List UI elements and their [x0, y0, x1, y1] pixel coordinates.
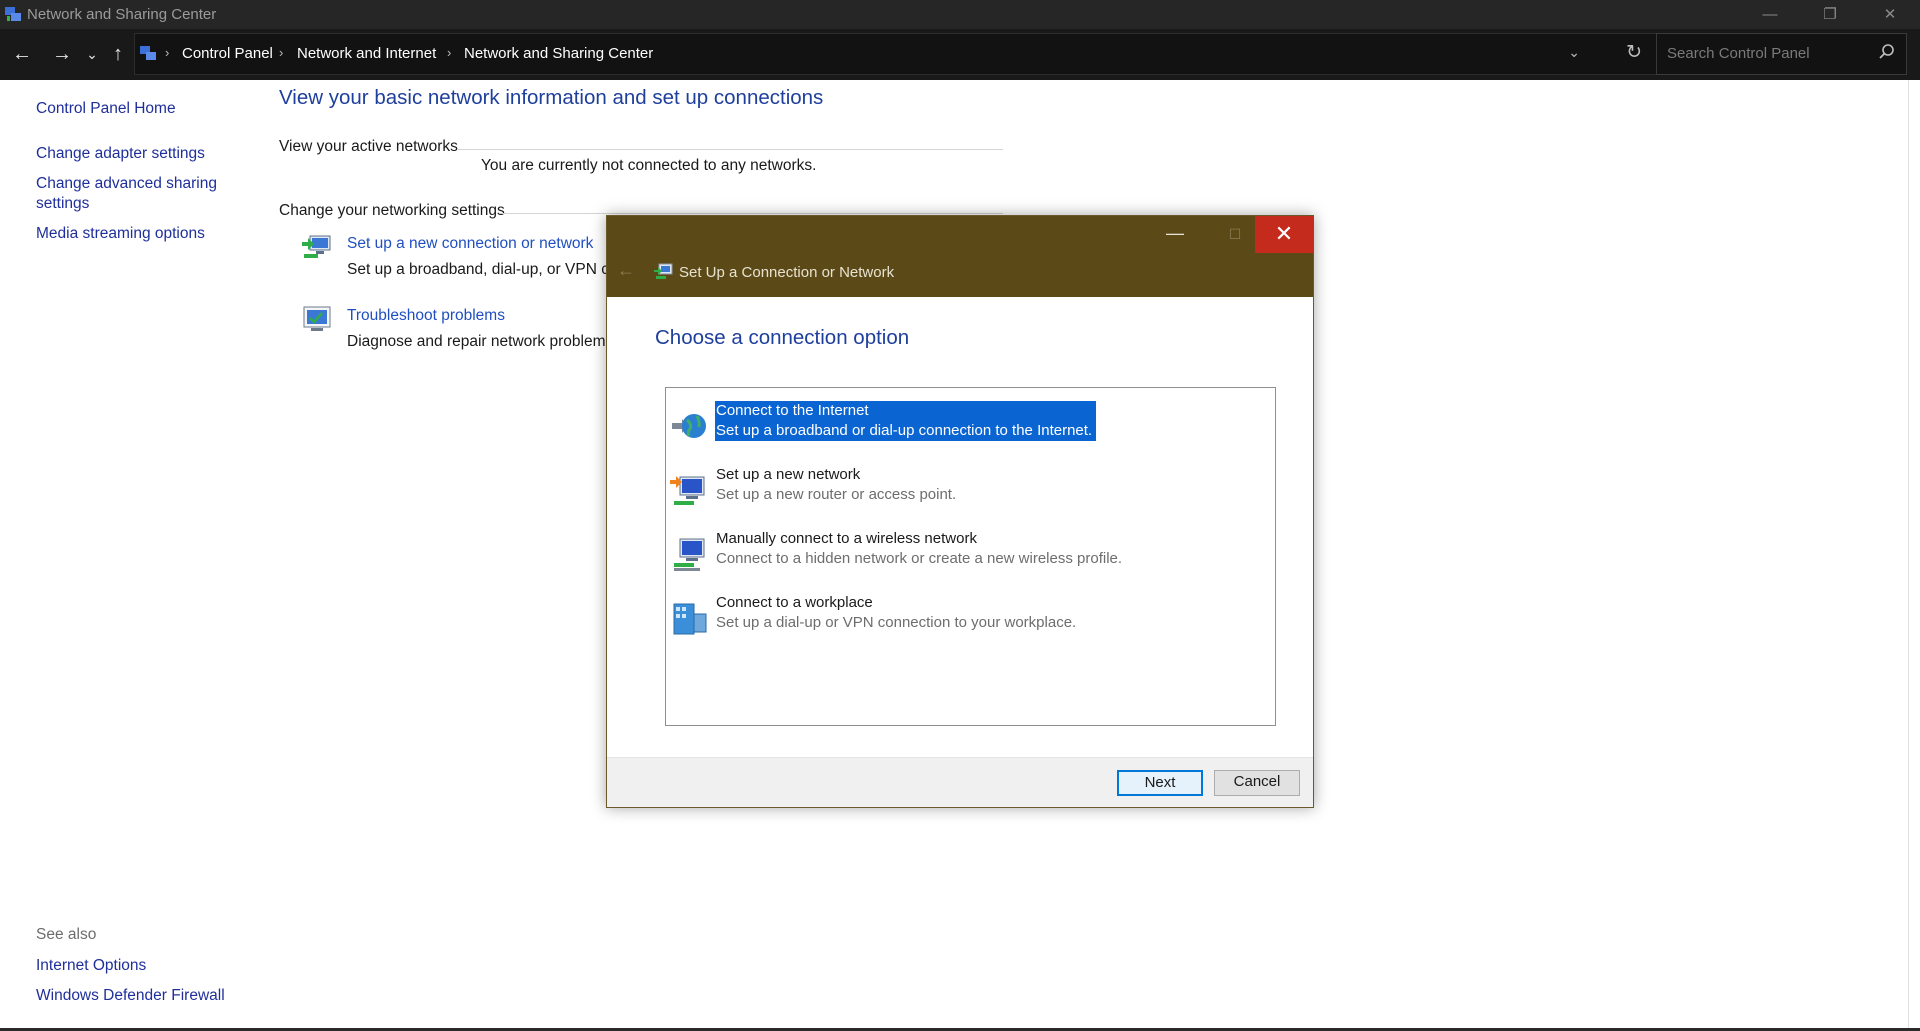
change-advanced-sharing-link-settings[interactable]: settings [36, 194, 89, 214]
troubleshoot-problems-desc: Diagnose and repair network problems [347, 333, 614, 350]
dialog-title: Set Up a Connection or Network [679, 264, 895, 281]
option-desc: Connect to a hidden network or create a … [716, 550, 1123, 567]
setup-new-connection-link[interactable]: Set up a new connection or network [347, 235, 593, 253]
internet-options-link[interactable]: Internet Options [36, 956, 146, 976]
connection-wizard-icon [654, 263, 673, 279]
navigation-bar: ← → ⌄ ↑ › Control Panel › Network and In… [0, 29, 1920, 80]
page-title: View your basic network information and … [279, 86, 824, 109]
dialog-minimize-button[interactable]: — [1150, 216, 1200, 252]
wireless-icon [674, 538, 705, 571]
forward-arrow-icon[interactable]: → [50, 42, 74, 66]
search-icon[interactable] [1878, 43, 1896, 61]
dialog-close-button[interactable]: ✕ [1255, 216, 1313, 253]
cancel-button[interactable]: Cancel [1214, 770, 1300, 796]
window-title: Network and Sharing Center [27, 6, 217, 23]
close-button[interactable]: ✕ [1860, 0, 1920, 29]
option-manual-wireless[interactable]: Manually connect to a wireless network C… [666, 530, 1275, 580]
dialog-footer: Next Cancel [607, 757, 1313, 807]
troubleshoot-icon [303, 306, 331, 331]
option-title: Manually connect to a wireless network [716, 530, 977, 547]
option-desc: Set up a dial-up or VPN connection to yo… [716, 614, 1077, 631]
option-connect-workplace[interactable]: Connect to a workplace Set up a dial-up … [666, 594, 1275, 644]
restore-button[interactable]: ❐ [1800, 0, 1860, 29]
breadcrumb-network-sharing-center[interactable]: Network and Sharing Center [464, 45, 653, 62]
dialog-back-arrow-icon[interactable]: ← [617, 260, 635, 281]
dialog-maximize-button: ☐ [1228, 226, 1242, 242]
breadcrumb-separator-icon[interactable]: › [165, 45, 169, 60]
active-networks-label: View your active networks [279, 138, 458, 155]
next-button[interactable]: Next [1117, 770, 1203, 796]
troubleshoot-problems-link[interactable]: Troubleshoot problems [347, 307, 505, 325]
new-network-icon [670, 476, 705, 505]
option-setup-new-network[interactable]: Set up a new network Set up a new router… [666, 466, 1275, 516]
setup-new-connection-desc: Set up a broadband, dial-up, or VPN co [347, 261, 618, 278]
control-panel-home-link[interactable]: Control Panel Home [36, 99, 176, 119]
divider [500, 213, 1003, 214]
option-desc: Set up a new router or access point. [716, 486, 957, 503]
address-dropdown-chevron-icon[interactable]: ⌄ [1568, 44, 1580, 61]
see-also-label: See also [36, 926, 97, 943]
breadcrumb-separator-icon[interactable]: › [447, 45, 451, 60]
search-placeholder: Search Control Panel [1667, 45, 1810, 62]
dialog-heading: Choose a connection option [655, 326, 910, 349]
control-panel-window: Network and Sharing Center — ❐ ✕ ← → ⌄ ↑… [0, 0, 1920, 1031]
divider [458, 149, 1003, 150]
new-connection-icon [302, 235, 331, 258]
option-title: Connect to a workplace [716, 594, 873, 611]
search-input[interactable]: Search Control Panel [1656, 33, 1907, 75]
breadcrumb-separator-icon[interactable]: › [279, 45, 283, 60]
option-connect-internet[interactable]: Connect to the Internet Set up a broadba… [666, 401, 1275, 452]
workplace-icon [673, 603, 707, 635]
dialog-title-bar: — ☐ ✕ ← Set Up a Connection or Network [607, 216, 1313, 297]
title-bar: Network and Sharing Center — ❐ ✕ [0, 0, 1920, 29]
globe-icon [672, 414, 706, 438]
network-center-icon [5, 7, 21, 21]
not-connected-text: You are currently not connected to any n… [481, 157, 817, 174]
change-adapter-settings-link[interactable]: Change adapter settings [36, 144, 205, 164]
minimize-button[interactable]: — [1740, 0, 1800, 29]
option-desc: Set up a broadband or dial-up connection… [716, 422, 1093, 439]
back-arrow-icon[interactable]: ← [10, 42, 34, 66]
windows-defender-firewall-link[interactable]: Windows Defender Firewall [36, 986, 225, 1006]
option-title: Set up a new network [716, 466, 861, 483]
option-title: Connect to the Internet [716, 402, 869, 419]
scrollbar-track[interactable] [1908, 80, 1909, 1030]
up-arrow-icon[interactable]: ↑ [106, 42, 130, 66]
breadcrumb-network-and-internet[interactable]: Network and Internet [297, 45, 436, 62]
change-settings-label: Change your networking settings [279, 202, 505, 219]
address-bar[interactable]: › Control Panel › Network and Internet ›… [134, 33, 1661, 75]
refresh-icon[interactable]: ↻ [1626, 41, 1642, 64]
setup-connection-dialog: — ☐ ✕ ← Set Up a Connection or Network C… [606, 215, 1314, 808]
change-advanced-sharing-link[interactable]: Change advanced sharing [36, 174, 217, 194]
connection-options-list: Connect to the Internet Set up a broadba… [665, 387, 1276, 726]
breadcrumb-control-panel[interactable]: Control Panel [182, 45, 273, 62]
control-panel-icon [140, 46, 156, 60]
recent-locations-chevron-icon[interactable]: ⌄ [80, 42, 104, 66]
media-streaming-options-link[interactable]: Media streaming options [36, 224, 205, 244]
